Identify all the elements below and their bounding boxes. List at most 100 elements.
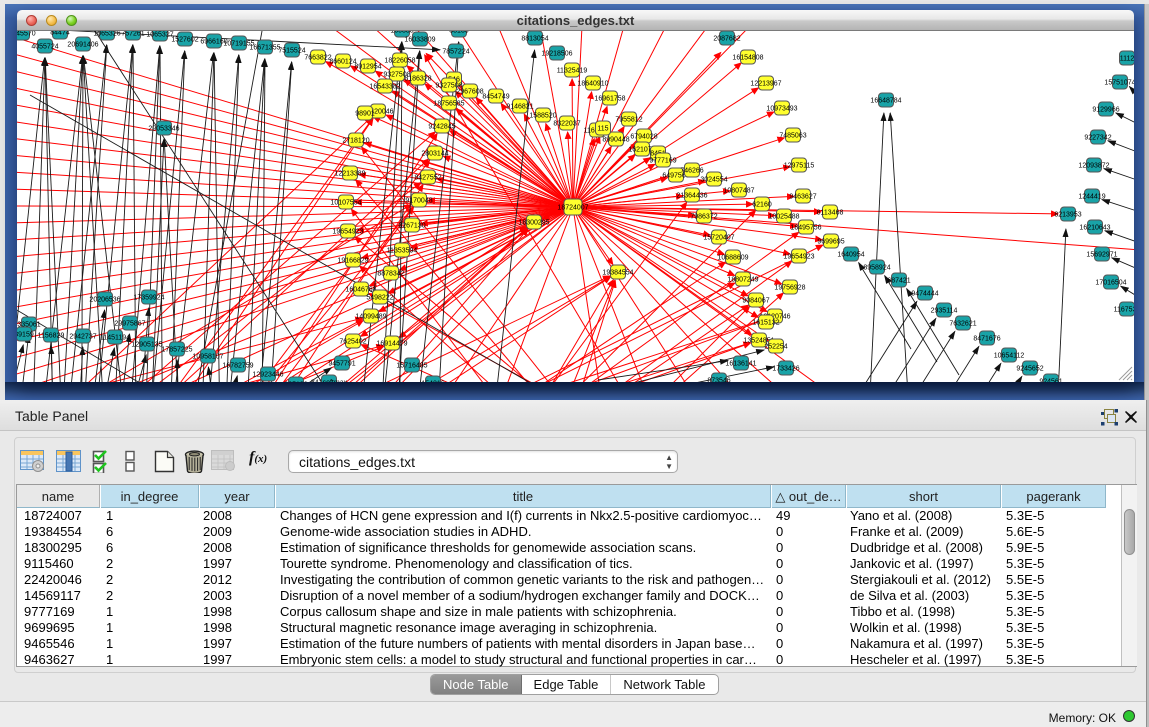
svg-text:12213389: 12213389 xyxy=(334,171,365,178)
svg-text:16154808: 16154808 xyxy=(732,55,763,62)
svg-text:62160: 62160 xyxy=(752,202,772,209)
svg-text:19756928: 19756928 xyxy=(774,285,805,292)
svg-text:12923446: 12923446 xyxy=(252,372,283,379)
svg-text:9457791: 9457791 xyxy=(328,361,355,368)
svg-text:9227342: 9227342 xyxy=(1084,135,1111,142)
svg-text:15692971: 15692971 xyxy=(1086,252,1117,259)
svg-text:8454749: 8454749 xyxy=(482,94,509,101)
svg-text:8878342: 8878342 xyxy=(377,271,404,278)
svg-text:16210643: 16210643 xyxy=(1079,225,1110,232)
svg-text:19654923: 19654923 xyxy=(332,229,363,236)
svg-text:8471676: 8471676 xyxy=(973,336,1000,343)
svg-text:20206536: 20206536 xyxy=(89,297,120,304)
svg-text:1733426: 1733426 xyxy=(772,366,799,373)
svg-text:9463627: 9463627 xyxy=(789,194,816,201)
svg-text:8958924: 8958924 xyxy=(863,265,890,272)
svg-text:9129966: 9129966 xyxy=(1092,107,1119,114)
svg-text:12905135: 12905135 xyxy=(131,342,162,349)
svg-text:17359924: 17359924 xyxy=(133,295,164,302)
svg-text:4055724: 4055724 xyxy=(31,44,58,51)
svg-text:1588520: 1588520 xyxy=(529,113,556,120)
svg-text:84474: 84474 xyxy=(50,31,70,37)
svg-text:154216: 154216 xyxy=(421,381,444,383)
svg-text:8267130: 8267130 xyxy=(398,223,425,230)
svg-text:6794028: 6794028 xyxy=(630,134,657,141)
svg-text:88130: 88130 xyxy=(449,31,469,35)
svg-text:746266: 746266 xyxy=(680,168,703,175)
svg-text:9146821: 9146821 xyxy=(506,104,533,111)
svg-text:9245652: 9245652 xyxy=(1016,366,1043,373)
svg-text:17857225: 17857225 xyxy=(161,347,192,354)
svg-text:252254: 252254 xyxy=(764,344,787,351)
svg-text:18495756: 18495756 xyxy=(790,225,821,232)
svg-text:10973493: 10973493 xyxy=(766,106,797,113)
svg-text:1527602: 1527602 xyxy=(171,37,198,44)
svg-text:29975867: 29975867 xyxy=(114,321,145,328)
svg-text:7986372: 7986372 xyxy=(690,214,717,221)
svg-text:2445570: 2445570 xyxy=(17,31,36,38)
svg-text:7857224: 7857224 xyxy=(442,49,469,56)
svg-text:7515524: 7515524 xyxy=(278,48,305,55)
svg-text:8660124: 8660124 xyxy=(329,59,356,66)
svg-text:2803144: 2803144 xyxy=(421,151,448,158)
svg-text:10107554: 10107554 xyxy=(330,200,361,207)
svg-text:9474444: 9474444 xyxy=(911,291,938,298)
svg-text:21364436: 21364436 xyxy=(676,193,707,200)
svg-text:10654112: 10654112 xyxy=(994,353,1025,360)
svg-text:1640954: 1640954 xyxy=(837,252,864,259)
svg-text:18640910: 18640910 xyxy=(577,81,608,88)
svg-text:16136141: 16136141 xyxy=(725,361,756,368)
svg-text:11451194: 11451194 xyxy=(100,335,130,342)
svg-text:15751074: 15751074 xyxy=(1104,80,1134,87)
svg-text:905130: 905130 xyxy=(284,382,307,383)
svg-text:16914479: 16914479 xyxy=(376,341,407,348)
svg-text:9699695: 9699695 xyxy=(817,239,844,246)
svg-text:16648784: 16648784 xyxy=(870,98,901,105)
svg-text:7625402: 7625402 xyxy=(339,339,366,346)
svg-text:2718120: 2718120 xyxy=(342,138,369,145)
svg-text:8213953: 8213953 xyxy=(1054,212,1081,219)
svg-text:924561: 924561 xyxy=(1039,379,1062,383)
svg-text:1244419: 1244419 xyxy=(1078,194,1105,201)
svg-text:757261: 757261 xyxy=(121,31,144,38)
svg-text:2967608: 2967608 xyxy=(456,89,483,96)
svg-text:19654923: 19654923 xyxy=(783,254,814,261)
svg-text:19166829: 19166829 xyxy=(337,258,368,265)
svg-text:10958107: 10958107 xyxy=(192,354,223,361)
svg-text:2935114: 2935114 xyxy=(931,308,958,315)
svg-text:16046768: 16046768 xyxy=(345,287,376,294)
svg-text:11353594: 11353594 xyxy=(387,248,418,255)
svg-text:3024554: 3024554 xyxy=(700,177,727,184)
svg-text:8813054: 8813054 xyxy=(521,36,548,43)
svg-text:1167533: 1167533 xyxy=(1114,307,1134,314)
svg-text:10807487: 10807487 xyxy=(723,188,754,195)
svg-text:19218506: 19218506 xyxy=(541,51,572,58)
svg-text:8113468: 8113468 xyxy=(817,210,844,217)
svg-text:7955812: 7955812 xyxy=(615,117,642,124)
svg-text:12213967: 12213967 xyxy=(750,81,781,88)
svg-text:16543382: 16543382 xyxy=(369,84,400,91)
svg-text:18226058: 18226058 xyxy=(384,58,415,65)
svg-text:1065327: 1065327 xyxy=(146,32,173,39)
svg-text:11325419: 11325419 xyxy=(557,68,588,75)
svg-text:9242845: 9242845 xyxy=(428,124,455,131)
svg-text:29053346: 29053346 xyxy=(148,126,179,133)
svg-text:39159: 39159 xyxy=(17,332,34,339)
svg-text:5498222: 5498222 xyxy=(366,295,393,302)
svg-text:160338: 160338 xyxy=(390,31,413,35)
svg-text:12093872: 12093872 xyxy=(1078,163,1109,170)
svg-text:1615132: 1615132 xyxy=(752,320,779,327)
svg-text:7663822: 7663822 xyxy=(304,55,331,62)
svg-text:841softmax: 841softmax xyxy=(311,380,348,383)
svg-text:8990448: 8990448 xyxy=(602,137,629,144)
svg-text:115: 115 xyxy=(597,126,608,133)
svg-text:15716485: 15716485 xyxy=(396,363,427,370)
svg-text:873546: 873546 xyxy=(707,378,730,383)
svg-text:16033809: 16033809 xyxy=(404,37,435,44)
svg-text:16961758: 16961758 xyxy=(594,96,625,103)
svg-text:1065326: 1065326 xyxy=(93,31,120,38)
svg-text:1112: 1112 xyxy=(1120,56,1134,63)
svg-text:7632621: 7632621 xyxy=(949,321,976,328)
svg-text:8427552: 8427552 xyxy=(414,175,441,182)
svg-text:14099489: 14099489 xyxy=(355,314,386,321)
